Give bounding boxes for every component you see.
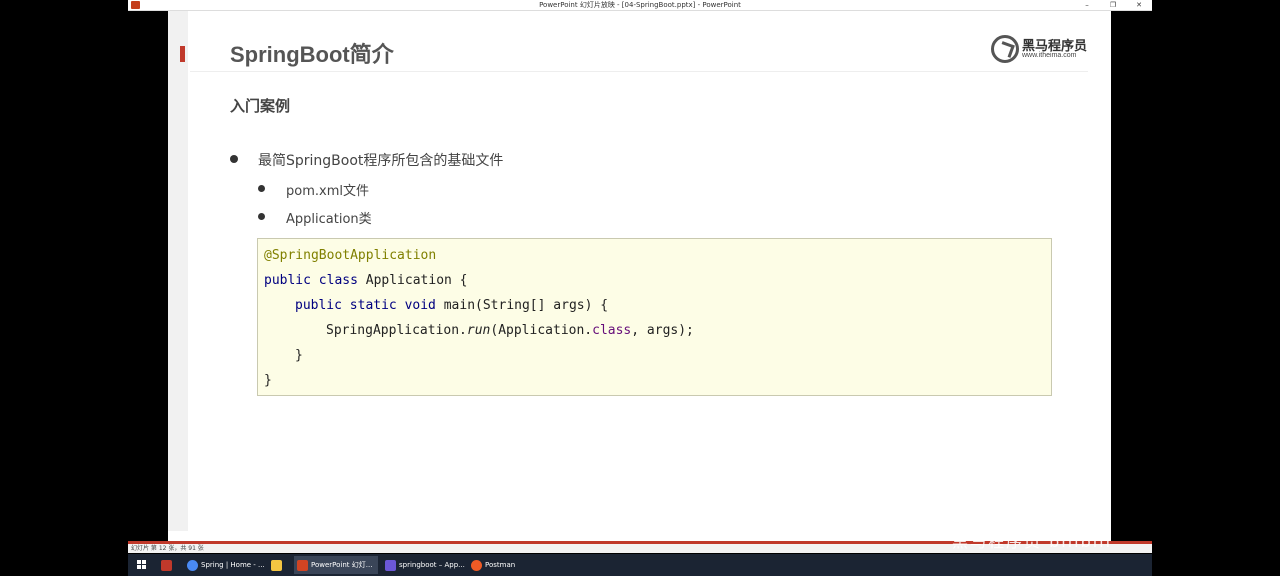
bullet-text: Application类	[286, 212, 372, 227]
slide: SpringBoot简介 黑马程序员 www.itheima.com 入门案例 …	[168, 11, 1111, 541]
code-line: }	[295, 348, 303, 363]
bullet-text: 最简SpringBoot程序所包含的基础文件	[258, 153, 504, 169]
code-line: SpringApplication.run(Application.class,…	[326, 323, 694, 338]
chrome-icon	[187, 560, 198, 571]
taskbar-item-postman[interactable]: Postman	[468, 556, 546, 574]
code-text: Application {	[357, 273, 468, 288]
watermark: 黑马程序员 bilibili	[952, 532, 1113, 551]
file-explorer-icon	[271, 560, 282, 571]
code-text: main(String[] args) {	[435, 298, 609, 313]
task-view-button[interactable]	[158, 556, 178, 574]
grid-icon	[161, 560, 172, 571]
bullet-text: pom.xml文件	[286, 184, 369, 199]
bullet-dot-icon	[258, 213, 265, 220]
code-block: @SpringBootApplication public class Appl…	[257, 238, 1052, 396]
taskbar-label: Spring | Home - ...	[201, 561, 265, 569]
bullet-dot-icon	[258, 185, 265, 192]
slide-counter: 幻灯片 第 12 张，共 91 张	[131, 545, 204, 552]
slide-subtitle: 入门案例	[230, 97, 291, 115]
slide-title: SpringBoot简介	[230, 42, 394, 67]
code-line: @SpringBootApplication	[264, 248, 436, 263]
taskbar-label: Postman	[485, 561, 516, 569]
code-text: , args);	[631, 323, 694, 338]
window-title: PowerPoint 幻灯片放映 - [04-SpringBoot.pptx] …	[539, 1, 741, 9]
taskbar-item-intellij[interactable]: springboot – App...	[382, 556, 465, 574]
taskbar-item-explorer[interactable]	[268, 556, 290, 574]
header-divider	[190, 71, 1088, 72]
code-text: (Application.	[490, 323, 593, 338]
code-line: public class Application {	[264, 273, 468, 288]
taskbar: Spring | Home - ... PowerPoint 幻灯... spr…	[128, 554, 1152, 576]
taskbar-item-powerpoint[interactable]: PowerPoint 幻灯...	[294, 556, 378, 574]
code-keyword: public class	[264, 273, 358, 288]
code-line: }	[264, 373, 272, 388]
windows-start-icon[interactable]	[137, 560, 147, 570]
postman-icon	[471, 560, 482, 571]
slide-side-strip	[168, 11, 188, 531]
code-method: run	[466, 323, 491, 338]
code-line: public static void main(String[] args) {	[295, 298, 608, 313]
restore-button[interactable]: ❐	[1100, 0, 1126, 11]
intellij-icon	[385, 560, 396, 571]
minimize-button[interactable]: –	[1074, 0, 1100, 11]
powerpoint-icon	[297, 560, 308, 571]
logo-url: www.itheima.com	[1022, 52, 1077, 59]
bullet-dot-icon	[230, 155, 238, 163]
window-titlebar: PowerPoint 幻灯片放映 - [04-SpringBoot.pptx] …	[128, 0, 1152, 11]
taskbar-label: springboot – App...	[399, 561, 465, 569]
code-annotation: @SpringBootApplication	[264, 248, 437, 263]
itheima-logo: 黑马程序员 www.itheima.com	[991, 34, 1091, 64]
taskbar-item-chrome[interactable]: Spring | Home - ...	[184, 556, 265, 574]
title-accent-bar	[180, 46, 185, 62]
taskbar-label: PowerPoint 幻灯...	[311, 561, 373, 569]
close-button[interactable]: ✕	[1126, 0, 1152, 11]
code-keyword: class	[592, 323, 632, 338]
logo-icon	[991, 35, 1019, 63]
code-keyword: public static void	[295, 298, 436, 313]
code-text: SpringApplication.	[326, 323, 467, 338]
